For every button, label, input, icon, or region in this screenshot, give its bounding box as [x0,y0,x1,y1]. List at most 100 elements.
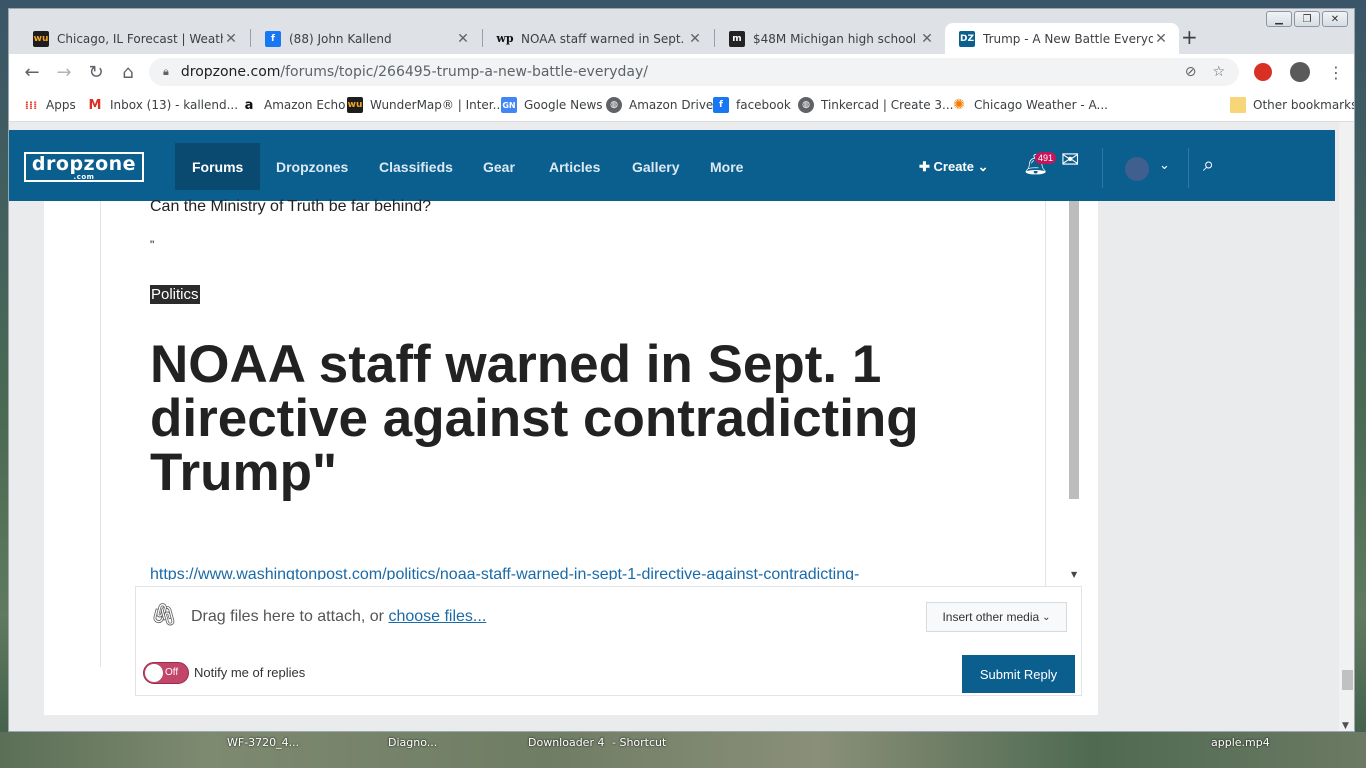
nav-classifieds[interactable]: Classifieds [362,143,470,190]
forward-arrow-icon[interactable]: → [53,61,75,83]
bookmark-amazon-echo[interactable]: a Amazon Echo [241,97,346,113]
address-bar[interactable]: 🔒︎ dropzone.com/forums/topic/266495-trum… [149,58,1239,86]
scroll-down-arrow-icon[interactable]: ▼ [1342,721,1349,731]
menu-dots-icon[interactable]: ⋮ [1328,63,1344,82]
globe-icon: ◍ [798,97,814,113]
browser-tab[interactable]: wp NOAA staff warned in Sept. 1 direc ✕ [483,23,713,54]
tab-strip: wu Chicago, IL Forecast | Weather Un ✕ f… [9,9,1354,54]
google-news-icon: GN [501,97,517,113]
home-icon[interactable]: ⌂ [117,61,139,83]
bookmark-label: Amazon Drive [629,98,714,112]
submit-reply-button[interactable]: Submit Reply [962,655,1075,693]
bookmark-facebook[interactable]: f facebook [713,97,791,113]
bookmark-tinkercad[interactable]: ◍ Tinkercad | Create 3... [798,97,953,113]
wu-icon: wu [33,30,49,47]
paperclip-icon: 🖇︎ [150,603,178,628]
bookmark-star-icon[interactable]: ☆ [1212,64,1225,80]
insert-media-label: Insert other media [942,610,1040,624]
choose-files-link[interactable]: choose files... [388,608,486,625]
drag-text: Drag files here to attach, or [191,608,389,625]
bookmarks-bar: ⁞⁞⁞ Apps M Inbox (13) - kallend... a Ama… [9,90,1354,122]
bookmark-apps[interactable]: ⁞⁞⁞ Apps [23,97,76,113]
search-icon[interactable]: ⌕ [1203,152,1214,176]
bookmark-other[interactable]: Other bookmarks [1230,97,1354,113]
create-button[interactable]: ✚ Create ⌄ [919,159,989,175]
header-divider [1102,148,1103,188]
maximize-icon[interactable]: ❐ [1294,11,1320,27]
envelope-icon[interactable]: ✉ [1061,148,1079,173]
tab-title: Trump - A New Battle Everyday - [983,31,1153,46]
bookmark-label: facebook [736,98,791,112]
globe-icon: ◍ [606,97,622,113]
chevron-down-icon[interactable]: ⌄ [1159,158,1170,173]
folder-icon [1230,97,1246,113]
editor-scrollbar[interactable] [1067,201,1081,586]
facebook-icon: f [713,97,729,113]
bookmark-google-news[interactable]: GN Google News [501,97,603,113]
close-icon[interactable]: ✕ [455,31,471,47]
bookmark-chicago-weather[interactable]: ✺ Chicago Weather - A... [951,97,1108,113]
nav-dropzones[interactable]: Dropzones [259,143,365,190]
scrollbar-thumb[interactable] [1069,201,1079,499]
window-controls: ▁ ❐ ✕ [1266,11,1348,27]
article-link[interactable]: https://www.washingtonpost.com/politics/… [150,566,940,580]
desktop-icon-label[interactable]: WF-3720_4... [227,736,299,749]
page-scrollbar[interactable]: ▼ [1339,122,1354,731]
notify-label: Notify me of replies [194,665,306,680]
notification-badge: 491 [1035,152,1057,164]
bookmark-label: Inbox (13) - kallend... [110,98,239,112]
new-tab-icon[interactable]: + [1181,25,1198,49]
bookmark-wundermap[interactable]: wu WunderMap® | Inter... [347,97,504,113]
header-divider [1188,148,1189,188]
site-logo[interactable]: dropzone .com [24,152,144,182]
sun-icon: ✺ [953,97,965,113]
nav-articles[interactable]: Articles [532,143,617,190]
tab-title: NOAA staff warned in Sept. 1 direc [521,31,687,46]
browser-tab-active[interactable]: DZ Trump - A New Battle Everyday - ✕ [945,23,1179,54]
browser-toolbar: ← → ↻ ⌂ 🔒︎ dropzone.com/forums/topic/266… [9,54,1354,90]
blocked-popup-icon[interactable]: ⊘ [1185,64,1197,80]
notify-toggle[interactable]: Off [143,662,189,684]
scroll-down-arrow-icon[interactable]: ▼ [1071,570,1077,579]
minimize-icon[interactable]: ▁ [1266,11,1292,27]
dz-icon: DZ [959,30,975,47]
browser-tab[interactable]: wu Chicago, IL Forecast | Weather Un ✕ [19,23,249,54]
bookmark-label: Google News [524,98,603,112]
profile-avatar-icon[interactable] [1290,62,1310,82]
page-scrollbar-thumb[interactable] [1342,670,1353,690]
nav-gallery[interactable]: Gallery [615,143,696,190]
close-window-icon[interactable]: ✕ [1322,11,1348,27]
close-icon[interactable]: ✕ [919,31,935,47]
chevron-down-icon: ⌄ [1042,611,1051,623]
close-icon[interactable]: ✕ [223,31,239,47]
nav-more[interactable]: More [693,143,760,190]
desktop-icon-label[interactable]: Diagno... [388,736,437,749]
browser-tab[interactable]: m $48M Michigan high school design ✕ [715,23,945,54]
article-headline: NOAA staff warned in Sept. 1 directive a… [150,335,919,502]
toggle-state: Off [165,667,179,678]
mlive-icon: m [729,30,745,47]
bookmark-amazon-drive[interactable]: ◍ Amazon Drive [606,97,713,113]
desktop-icon-label[interactable]: apple.mp4 [1211,736,1270,749]
back-arrow-icon[interactable]: ← [21,61,43,83]
gmail-icon: M [88,97,102,113]
chevron-down-icon: ⌄ [973,159,989,174]
create-label: Create [933,159,974,174]
desktop-strip [0,732,1366,768]
bookmark-inbox[interactable]: M Inbox (13) - kallend... [87,97,239,113]
facebook-icon: f [265,30,281,47]
toggle-knob [145,664,163,682]
nav-forums[interactable]: Forums [175,143,261,190]
reload-icon[interactable]: ↻ [85,61,107,83]
close-icon[interactable]: ✕ [1153,31,1169,47]
extension-icon[interactable] [1254,63,1272,81]
insert-media-button[interactable]: Insert other media ⌄ [926,602,1067,632]
desktop-icon-label[interactable]: - Shortcut [612,736,666,749]
user-avatar[interactable] [1125,157,1149,181]
nav-gear[interactable]: Gear [466,143,532,190]
close-icon[interactable]: ✕ [687,31,703,47]
browser-tab[interactable]: f (88) John Kallend ✕ [251,23,481,54]
site-header: dropzone .com Forums Dropzones Classifie… [9,130,1335,201]
desktop-icon-label[interactable]: Downloader 4 [528,736,604,749]
wp-icon: wp [496,32,514,45]
